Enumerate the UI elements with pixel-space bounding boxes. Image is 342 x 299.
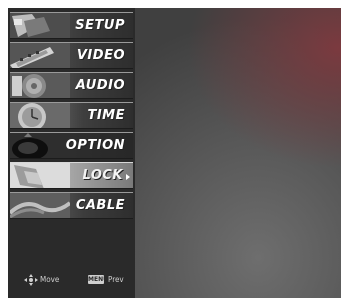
time-thumbnail-icon	[10, 103, 70, 128]
menu-item-cable[interactable]: CABLE	[10, 192, 133, 219]
lock-thumbnail-icon	[10, 163, 70, 188]
menu-item-setup[interactable]: SETUP	[10, 12, 133, 39]
move-hint-label: Move	[40, 275, 60, 284]
menu-item-cable-label: CABLE	[75, 198, 125, 213]
menu-item-audio[interactable]: AUDIO	[10, 72, 133, 99]
menu-item-lock[interactable]: LOCK	[10, 162, 133, 189]
setup-thumbnail-icon	[10, 13, 70, 38]
menu-item-option-label: OPTION	[65, 138, 125, 153]
video-thumbnail-icon	[10, 43, 70, 68]
prev-hint-label: Prev	[108, 275, 124, 284]
cable-thumbnail-icon	[10, 193, 70, 218]
menu-item-setup-label: SETUP	[75, 18, 125, 33]
menu-item-time-label: TIME	[87, 108, 125, 123]
menu-item-time[interactable]: TIME	[10, 102, 133, 129]
menu-item-lock-label: LOCK	[82, 168, 123, 183]
option-thumbnail-icon	[10, 133, 70, 158]
menu-item-audio-label: AUDIO	[75, 78, 125, 93]
audio-thumbnail-icon	[10, 73, 70, 98]
menu-key-badge: MENU	[88, 275, 108, 284]
menu-footer-hints: Move MENU Prev	[8, 262, 135, 298]
menu-item-option[interactable]: OPTION	[10, 132, 133, 159]
main-menu-panel: SETUP VIDEO AUDIO TIME OPTION LOCK CABLE	[8, 8, 135, 298]
dpad-navigation-icon	[24, 274, 38, 286]
submenu-arrow-icon	[126, 174, 130, 180]
menu-item-video[interactable]: VIDEO	[10, 42, 133, 69]
menu-item-video-label: VIDEO	[76, 48, 125, 63]
